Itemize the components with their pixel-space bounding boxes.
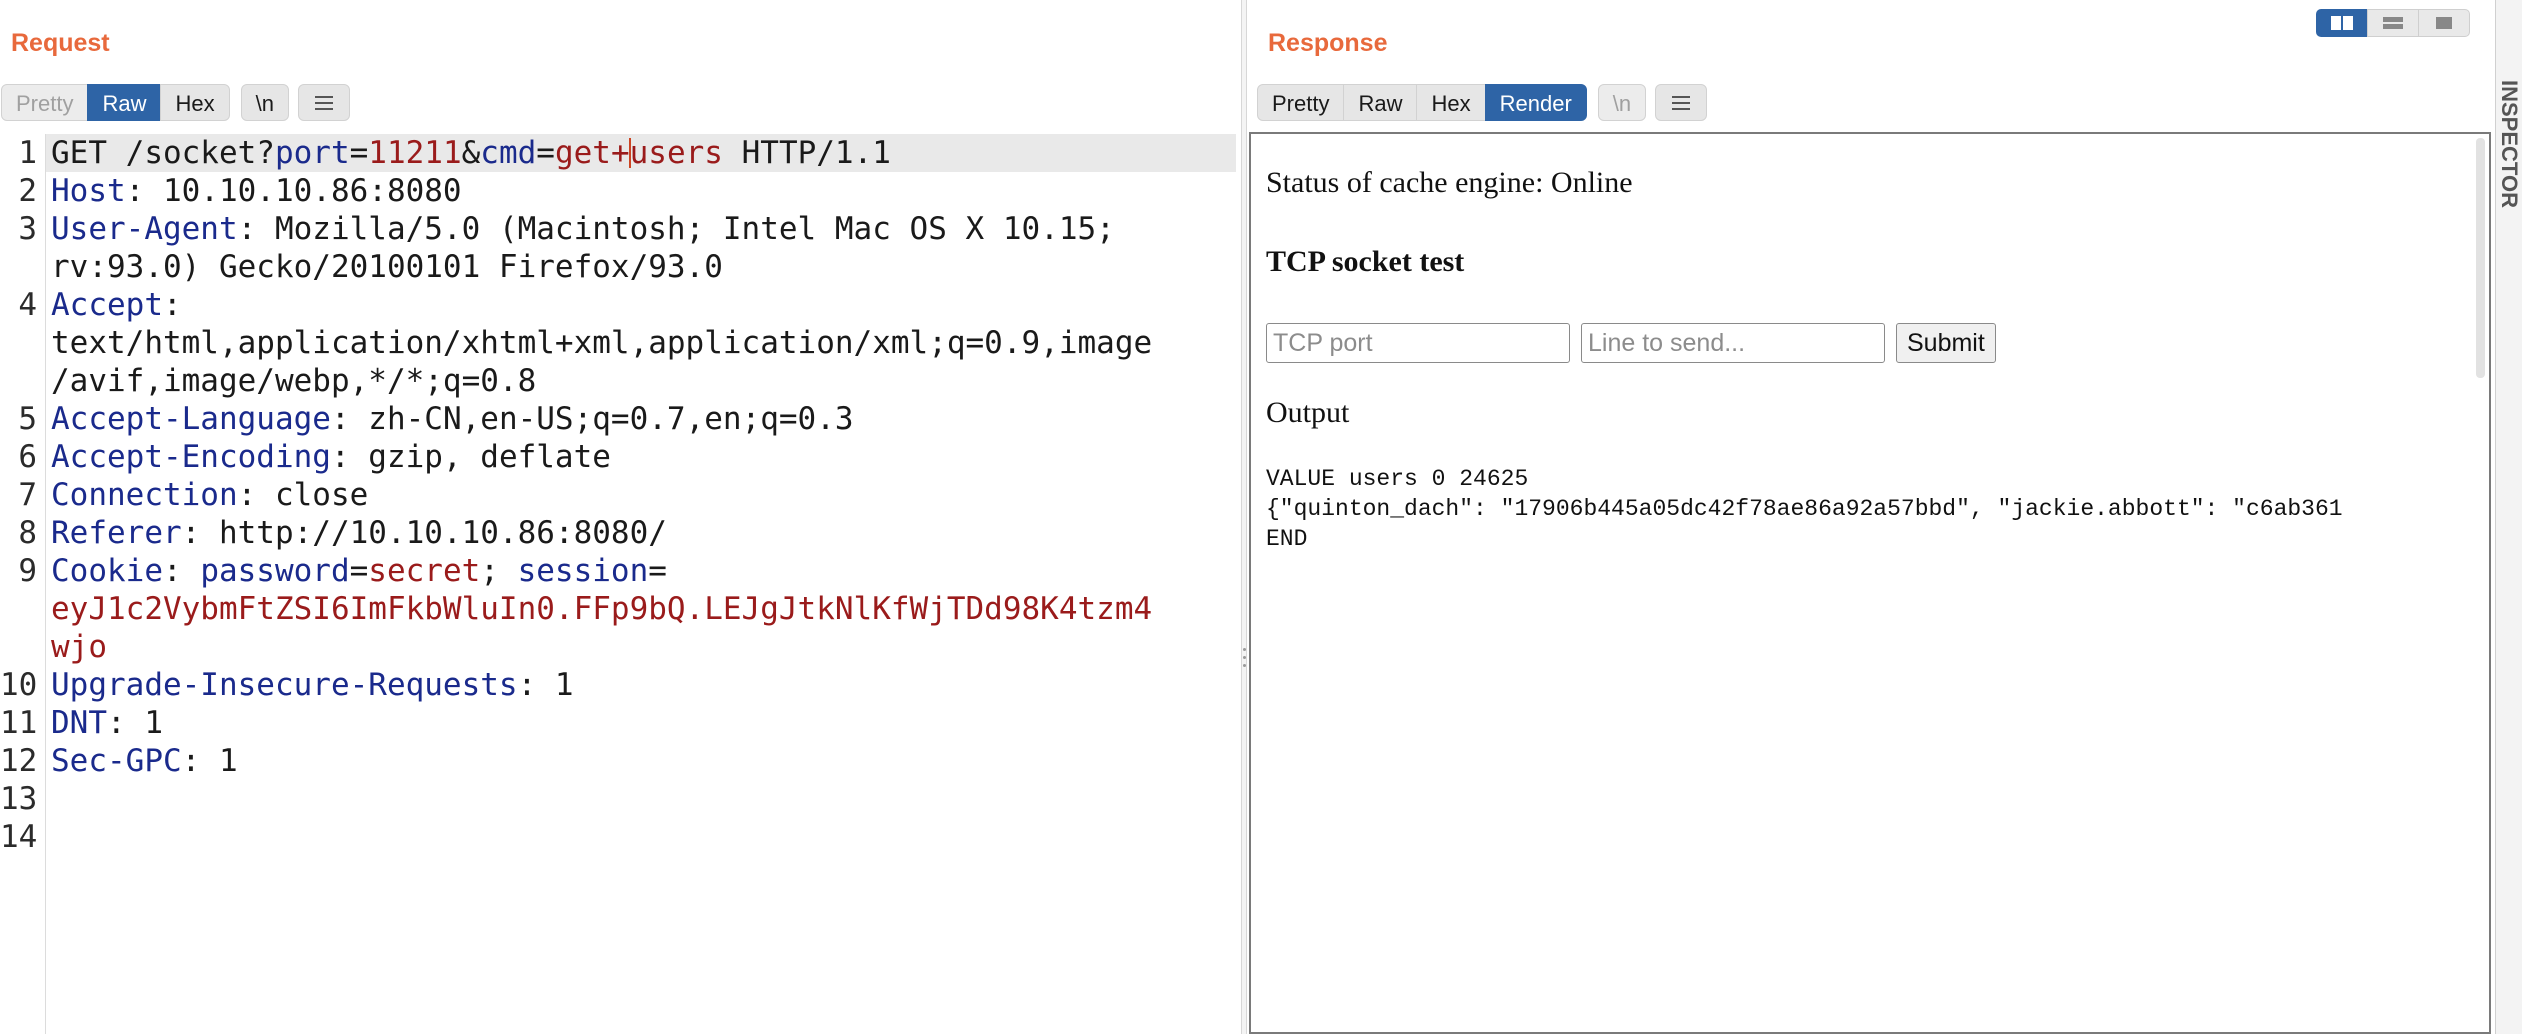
- header-line-user-agent: User-Agent: Mozilla/5.0 (Macintosh; Inte…: [51, 211, 1115, 247]
- header-line-accept-language: Accept-Language: zh-CN,en-US;q=0.7,en;q=…: [51, 401, 854, 437]
- hamburger-icon: [314, 95, 333, 98]
- tab-render[interactable]: Render: [1484, 84, 1587, 121]
- output-line: VALUE users 0 24625: [1266, 466, 1529, 492]
- single-pane-icon: [2436, 17, 2452, 29]
- header-line-continuation: /avif,image/webp,*/*;q=0.8: [51, 363, 537, 399]
- newline-toggle-button[interactable]: \n: [1597, 84, 1647, 121]
- request-panel: Request Pretty Raw Hex \n 1 2 3 4 5 6 7 …: [0, 0, 1241, 1034]
- line-number: 12: [0, 743, 38, 779]
- line-number: 9: [18, 553, 37, 589]
- request-editor[interactable]: 1 2 3 4 5 6 7 8 9 10 11 12 13 14 GET /so…: [0, 134, 1241, 1034]
- grip-dot: [1243, 664, 1246, 667]
- header-line-accept-encoding: Accept-Encoding: gzip, deflate: [51, 439, 611, 475]
- output-line: {"quinton_dach": "17906b445a05dc42f78ae8…: [1266, 496, 2343, 522]
- line-number: 1: [18, 135, 37, 171]
- rows-icon: [2383, 17, 2403, 29]
- tcp-port-input[interactable]: TCP port: [1266, 323, 1570, 363]
- tab-raw[interactable]: Raw: [1343, 84, 1418, 121]
- cookie-session-value: eyJ1c2VybmFtZSI6ImFkbWluIn0.FFp9bQ.LEJgJ…: [51, 591, 1153, 627]
- line-number: 14: [0, 819, 38, 855]
- request-view-tabs: Pretty Raw Hex \n: [1, 84, 350, 121]
- header-line-referer: Referer: http://10.10.10.86:8080/: [51, 515, 667, 551]
- layout-stacked-button[interactable]: [2367, 9, 2419, 37]
- header-line-dnt: DNT: 1: [51, 705, 163, 741]
- request-title: Request: [11, 29, 110, 57]
- line-number: 3: [18, 211, 37, 247]
- header-line-connection: Connection: close: [51, 477, 369, 513]
- tab-pretty[interactable]: Pretty: [1257, 84, 1345, 121]
- tab-pretty[interactable]: Pretty: [1, 84, 89, 121]
- response-title: Response: [1268, 29, 1388, 57]
- hamburger-icon: [1672, 95, 1691, 98]
- layout-side-by-side-button[interactable]: [2316, 9, 2368, 37]
- rendered-response-frame: Status of cache engine: Online TCP socke…: [1249, 132, 2491, 1034]
- cache-status-text: Status of cache engine: Online: [1266, 166, 1633, 199]
- tab-hex[interactable]: Hex: [1416, 84, 1486, 121]
- grip-dot: [1243, 648, 1246, 651]
- layout-toggle: [2316, 9, 2470, 37]
- line-number: 11: [0, 705, 38, 741]
- socket-test-heading: TCP socket test: [1266, 245, 1465, 278]
- line-number: 4: [18, 287, 37, 323]
- header-line-accept: Accept:: [51, 287, 182, 323]
- inspector-tab-label[interactable]: INSPECTOR: [2496, 80, 2522, 208]
- request-line: GET /socket?port=11211&cmd=get+users HTT…: [51, 135, 891, 171]
- output-heading: Output: [1266, 396, 1350, 429]
- request-menu-button[interactable]: [297, 84, 350, 121]
- line-number: 8: [18, 515, 37, 551]
- vertical-scrollbar[interactable]: [2476, 138, 2485, 378]
- header-line-sec-gpc: Sec-GPC: 1: [51, 743, 238, 779]
- line-number: 10: [0, 667, 38, 703]
- line-number: 13: [0, 781, 38, 817]
- header-line-cookie: Cookie: password=secret; session=: [51, 553, 667, 589]
- header-line-continuation: text/html,application/xhtml+xml,applicat…: [51, 325, 1153, 361]
- tab-hex[interactable]: Hex: [160, 84, 230, 121]
- response-menu-button[interactable]: [1655, 84, 1708, 121]
- line-number: 6: [18, 439, 37, 475]
- grip-dot: [1243, 656, 1246, 659]
- line-number-gutter: 1 2 3 4 5 6 7 8 9 10 11 12 13 14: [0, 134, 46, 1034]
- response-view-tabs: Pretty Raw Hex Render \n: [1257, 84, 1708, 121]
- line-to-send-input[interactable]: Line to send...: [1581, 323, 1885, 363]
- output-line: END: [1266, 526, 1308, 552]
- header-line-upgrade-insecure-requests: Upgrade-Insecure-Requests: 1: [51, 667, 574, 703]
- tab-raw[interactable]: Raw: [87, 84, 162, 121]
- submit-button[interactable]: Submit: [1896, 323, 1996, 363]
- newline-toggle-button[interactable]: \n: [240, 84, 289, 121]
- line-number: 2: [18, 173, 37, 209]
- cookie-session-value: wjo: [51, 629, 107, 665]
- header-line-continuation: rv:93.0) Gecko/20100101 Firefox/93.0: [51, 249, 723, 285]
- columns-icon: [2331, 16, 2353, 30]
- line-number: 5: [18, 401, 37, 437]
- line-number: 7: [18, 477, 37, 513]
- layout-single-button[interactable]: [2418, 9, 2470, 37]
- header-line-host: Host: 10.10.10.86:8080: [51, 173, 462, 209]
